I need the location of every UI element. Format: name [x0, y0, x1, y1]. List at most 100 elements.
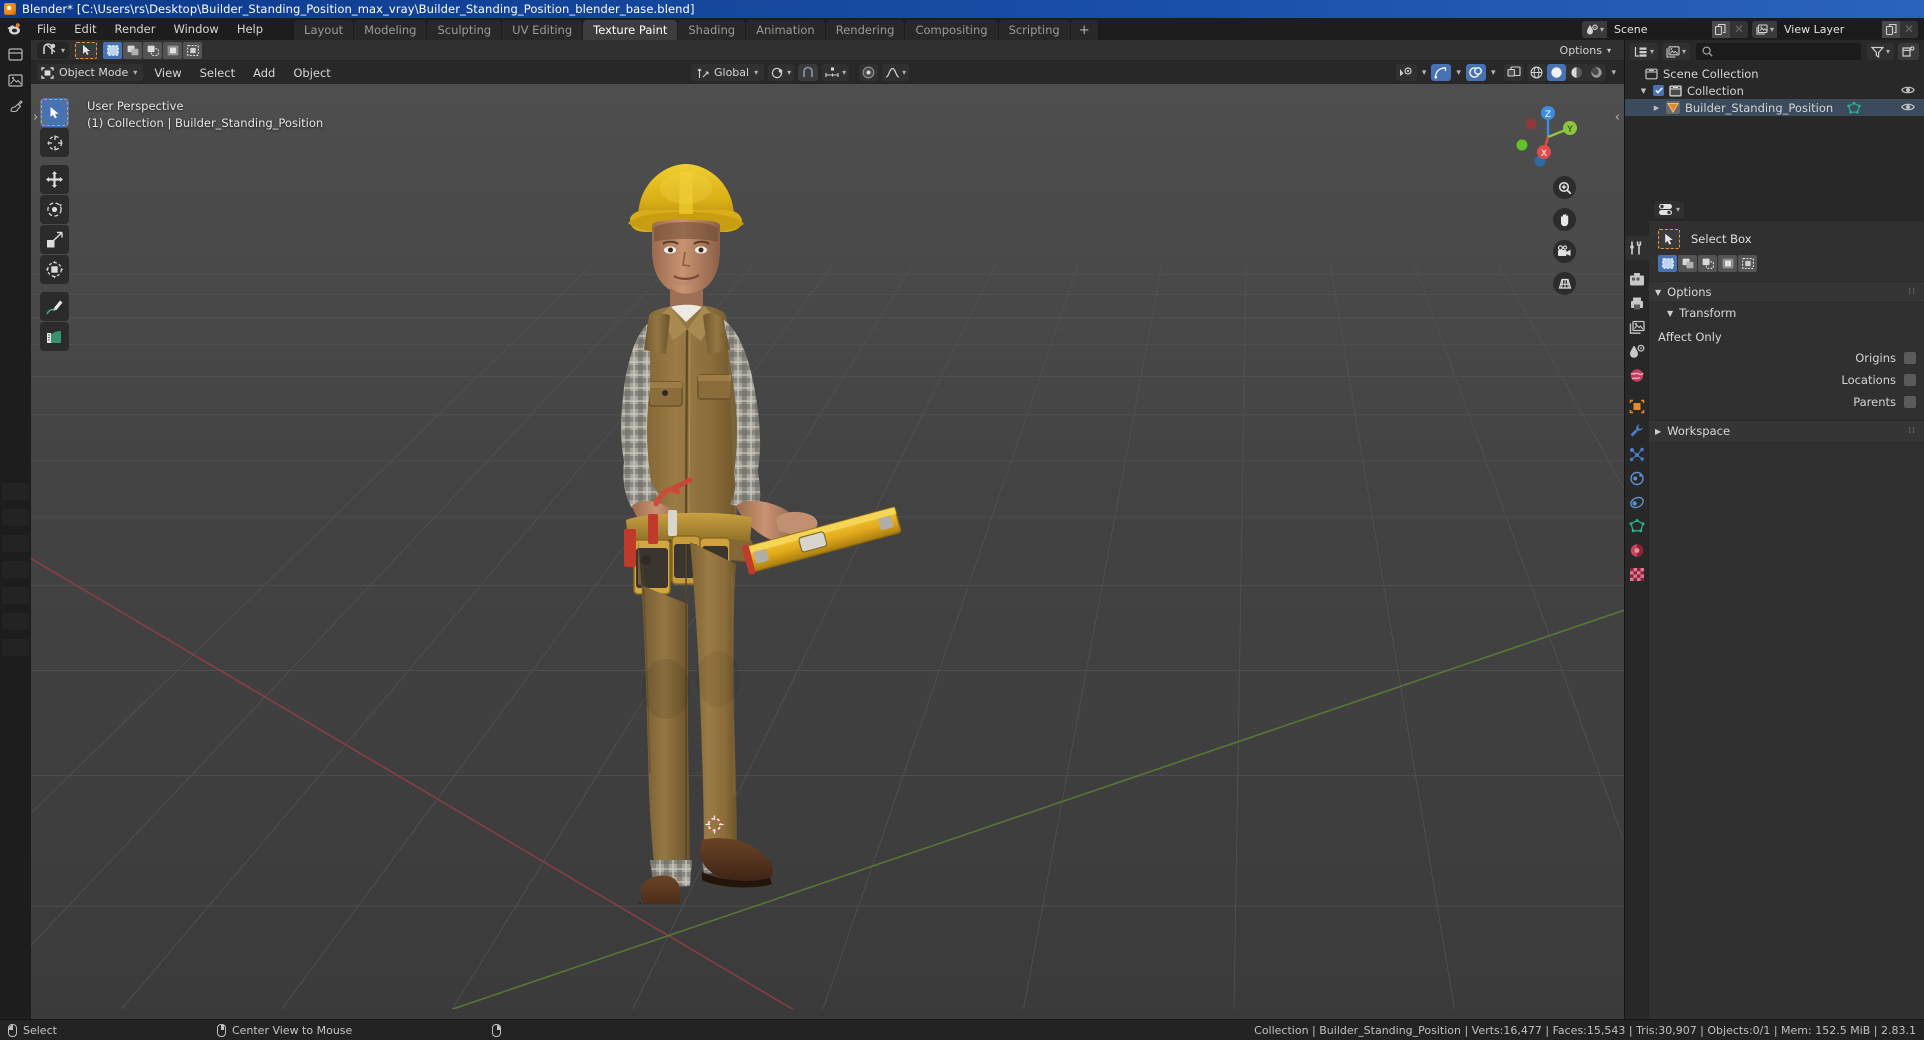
tab-animation[interactable]: Animation	[746, 20, 825, 40]
viewport-menu-select[interactable]: Select	[193, 64, 242, 82]
menu-window[interactable]: Window	[164, 20, 227, 38]
proportional-edit-toggle[interactable]	[859, 64, 879, 81]
overlays-toggle[interactable]	[1465, 64, 1486, 81]
snap-magnet-icon[interactable]: ▾	[37, 41, 70, 59]
properties-tab-world[interactable]	[1625, 363, 1649, 387]
transform-orientation-selector[interactable]: Global ▾	[691, 64, 765, 81]
affect-parents-row[interactable]: Parents	[1649, 391, 1924, 413]
toggle-perspective-icon[interactable]	[1553, 272, 1576, 295]
tab-rendering[interactable]: Rendering	[825, 20, 905, 40]
navigation-gizmo[interactable]: Z Y X	[1514, 101, 1582, 169]
outliner-filter-button[interactable]: ▾	[1866, 43, 1894, 60]
brush-icon[interactable]	[5, 96, 27, 116]
tab-layout[interactable]: Layout	[294, 20, 354, 40]
menu-edit[interactable]: Edit	[65, 20, 105, 38]
view-layer-icon[interactable]: ▾	[1751, 20, 1777, 38]
add-workspace-button[interactable]: +	[1070, 20, 1098, 40]
tab-scripting[interactable]: Scripting	[998, 20, 1070, 40]
viewport-menu-view[interactable]: View	[147, 64, 188, 82]
sidebar-toggle-left[interactable]: ›	[33, 110, 38, 125]
pivot-point-selector[interactable]: ▾	[768, 64, 795, 81]
tool-rotate[interactable]	[40, 195, 69, 224]
camera-view-icon[interactable]	[1553, 240, 1576, 263]
properties-tab-render[interactable]	[1625, 267, 1649, 291]
pan-hand-icon[interactable]	[1553, 208, 1576, 231]
properties-tab-modifiers[interactable]	[1625, 418, 1649, 442]
properties-tab-particles[interactable]	[1625, 442, 1649, 466]
scene-selector[interactable]: ▾ Scene ✕	[1581, 20, 1748, 38]
active-tool-select-box-icon[interactable]	[75, 41, 98, 59]
tab-shading[interactable]: Shading	[678, 20, 746, 40]
view-layer-selector[interactable]: ▾ View Layer ✕	[1751, 20, 1918, 38]
outliner-row-scene-collection[interactable]: Scene Collection	[1625, 65, 1924, 82]
affect-locations-row[interactable]: Locations	[1649, 369, 1924, 391]
sidebar-toggle-right[interactable]: ‹	[1615, 110, 1620, 125]
proportional-falloff-selector[interactable]: ▾	[882, 64, 910, 81]
properties-tab-output[interactable]	[1625, 291, 1649, 315]
properties-tab-physics[interactable]	[1625, 466, 1649, 490]
object-types-visibility-button[interactable]	[1395, 64, 1417, 81]
select-mode-extend[interactable]	[123, 41, 143, 59]
remove-view-layer-button[interactable]: ✕	[1900, 20, 1918, 38]
xray-toggle[interactable]	[1504, 64, 1525, 81]
tab-uv-editing[interactable]: UV Editing	[502, 20, 583, 40]
outliner-row-collection[interactable]: ▼ Collection	[1625, 82, 1924, 99]
select-mode-intersect[interactable]	[1738, 255, 1757, 272]
panel-drag-dots[interactable]: ⁞⁞	[1908, 426, 1916, 436]
properties-tab-texture[interactable]	[1625, 562, 1649, 586]
chevron-down-icon[interactable]: ▾	[1489, 68, 1498, 78]
panel-header-options[interactable]: ▼ Options ⁞⁞	[1649, 281, 1924, 302]
panel-header-transform[interactable]: ▼ Transform	[1649, 302, 1924, 323]
outliner-id-type-icon[interactable]: ▾	[1662, 43, 1691, 60]
tool-annotate[interactable]	[40, 292, 69, 321]
panel-header-workspace[interactable]: ▶ Workspace ⁞⁞	[1649, 420, 1924, 441]
blender-logo-icon[interactable]	[6, 21, 22, 37]
disclosure-triangle-down[interactable]: ▼	[1639, 86, 1648, 95]
tool-select-box[interactable]	[40, 98, 69, 127]
menu-help[interactable]: Help	[228, 20, 272, 38]
outliner-display-mode-icon[interactable]: ▾	[1630, 43, 1659, 60]
snap-toggle[interactable]	[798, 64, 819, 81]
outliner-search-input[interactable]	[1696, 43, 1861, 60]
tab-sculpting[interactable]: Sculpting	[427, 20, 502, 40]
visibility-eye-icon[interactable]	[1901, 101, 1915, 115]
image-editor-icon[interactable]	[5, 70, 27, 90]
tab-texture-paint[interactable]: Texture Paint	[583, 20, 678, 40]
new-collection-button[interactable]	[1898, 43, 1919, 60]
view-layer-name-field[interactable]: View Layer	[1777, 20, 1882, 38]
options-dropdown[interactable]: Options ▾	[1552, 41, 1618, 59]
viewport-menu-add[interactable]: Add	[246, 64, 282, 82]
properties-tab-material[interactable]	[1625, 538, 1649, 562]
properties-tab-view-layer[interactable]	[1625, 315, 1649, 339]
shading-solid[interactable]	[1547, 64, 1567, 81]
visibility-eye-icon[interactable]	[1901, 84, 1915, 98]
chevron-down-icon[interactable]: ▾	[1454, 68, 1463, 78]
interaction-mode-selector[interactable]: Object Mode ▾	[37, 64, 144, 81]
select-mode-invert[interactable]	[163, 41, 183, 59]
properties-tab-object[interactable]	[1625, 394, 1649, 418]
snap-to-selector[interactable]: ▾	[822, 64, 850, 81]
select-mode-intersect[interactable]	[183, 41, 203, 59]
editor-type-icon[interactable]	[5, 44, 27, 64]
affect-origins-row[interactable]: Origins	[1649, 347, 1924, 369]
tool-move[interactable]	[40, 165, 69, 194]
select-mode-subtract[interactable]	[143, 41, 163, 59]
scene-data-icon[interactable]: ▾	[1581, 20, 1607, 38]
3d-viewport[interactable]: User Perspective (1) Collection | Builde…	[31, 84, 1624, 1019]
tab-compositing[interactable]: Compositing	[905, 20, 998, 40]
new-view-layer-button[interactable]	[1882, 20, 1900, 38]
properties-tab-object-data[interactable]	[1625, 514, 1649, 538]
tool-transform[interactable]	[40, 255, 69, 284]
tab-modeling[interactable]: Modeling	[354, 20, 427, 40]
menu-file[interactable]: File	[28, 20, 65, 38]
properties-tab-tool[interactable]	[1625, 236, 1649, 260]
panel-drag-dots[interactable]: ⁞⁞	[1908, 287, 1916, 297]
tool-measure[interactable]	[40, 322, 69, 351]
select-mode-subtract[interactable]	[1698, 255, 1717, 272]
properties-tab-constraints[interactable]	[1625, 490, 1649, 514]
collection-checkbox[interactable]	[1653, 85, 1664, 96]
new-scene-button[interactable]	[1711, 20, 1730, 38]
shading-rendered[interactable]	[1587, 64, 1606, 81]
tool-scale[interactable]	[40, 225, 69, 254]
disclosure-triangle-right[interactable]: ▶	[1652, 103, 1661, 112]
